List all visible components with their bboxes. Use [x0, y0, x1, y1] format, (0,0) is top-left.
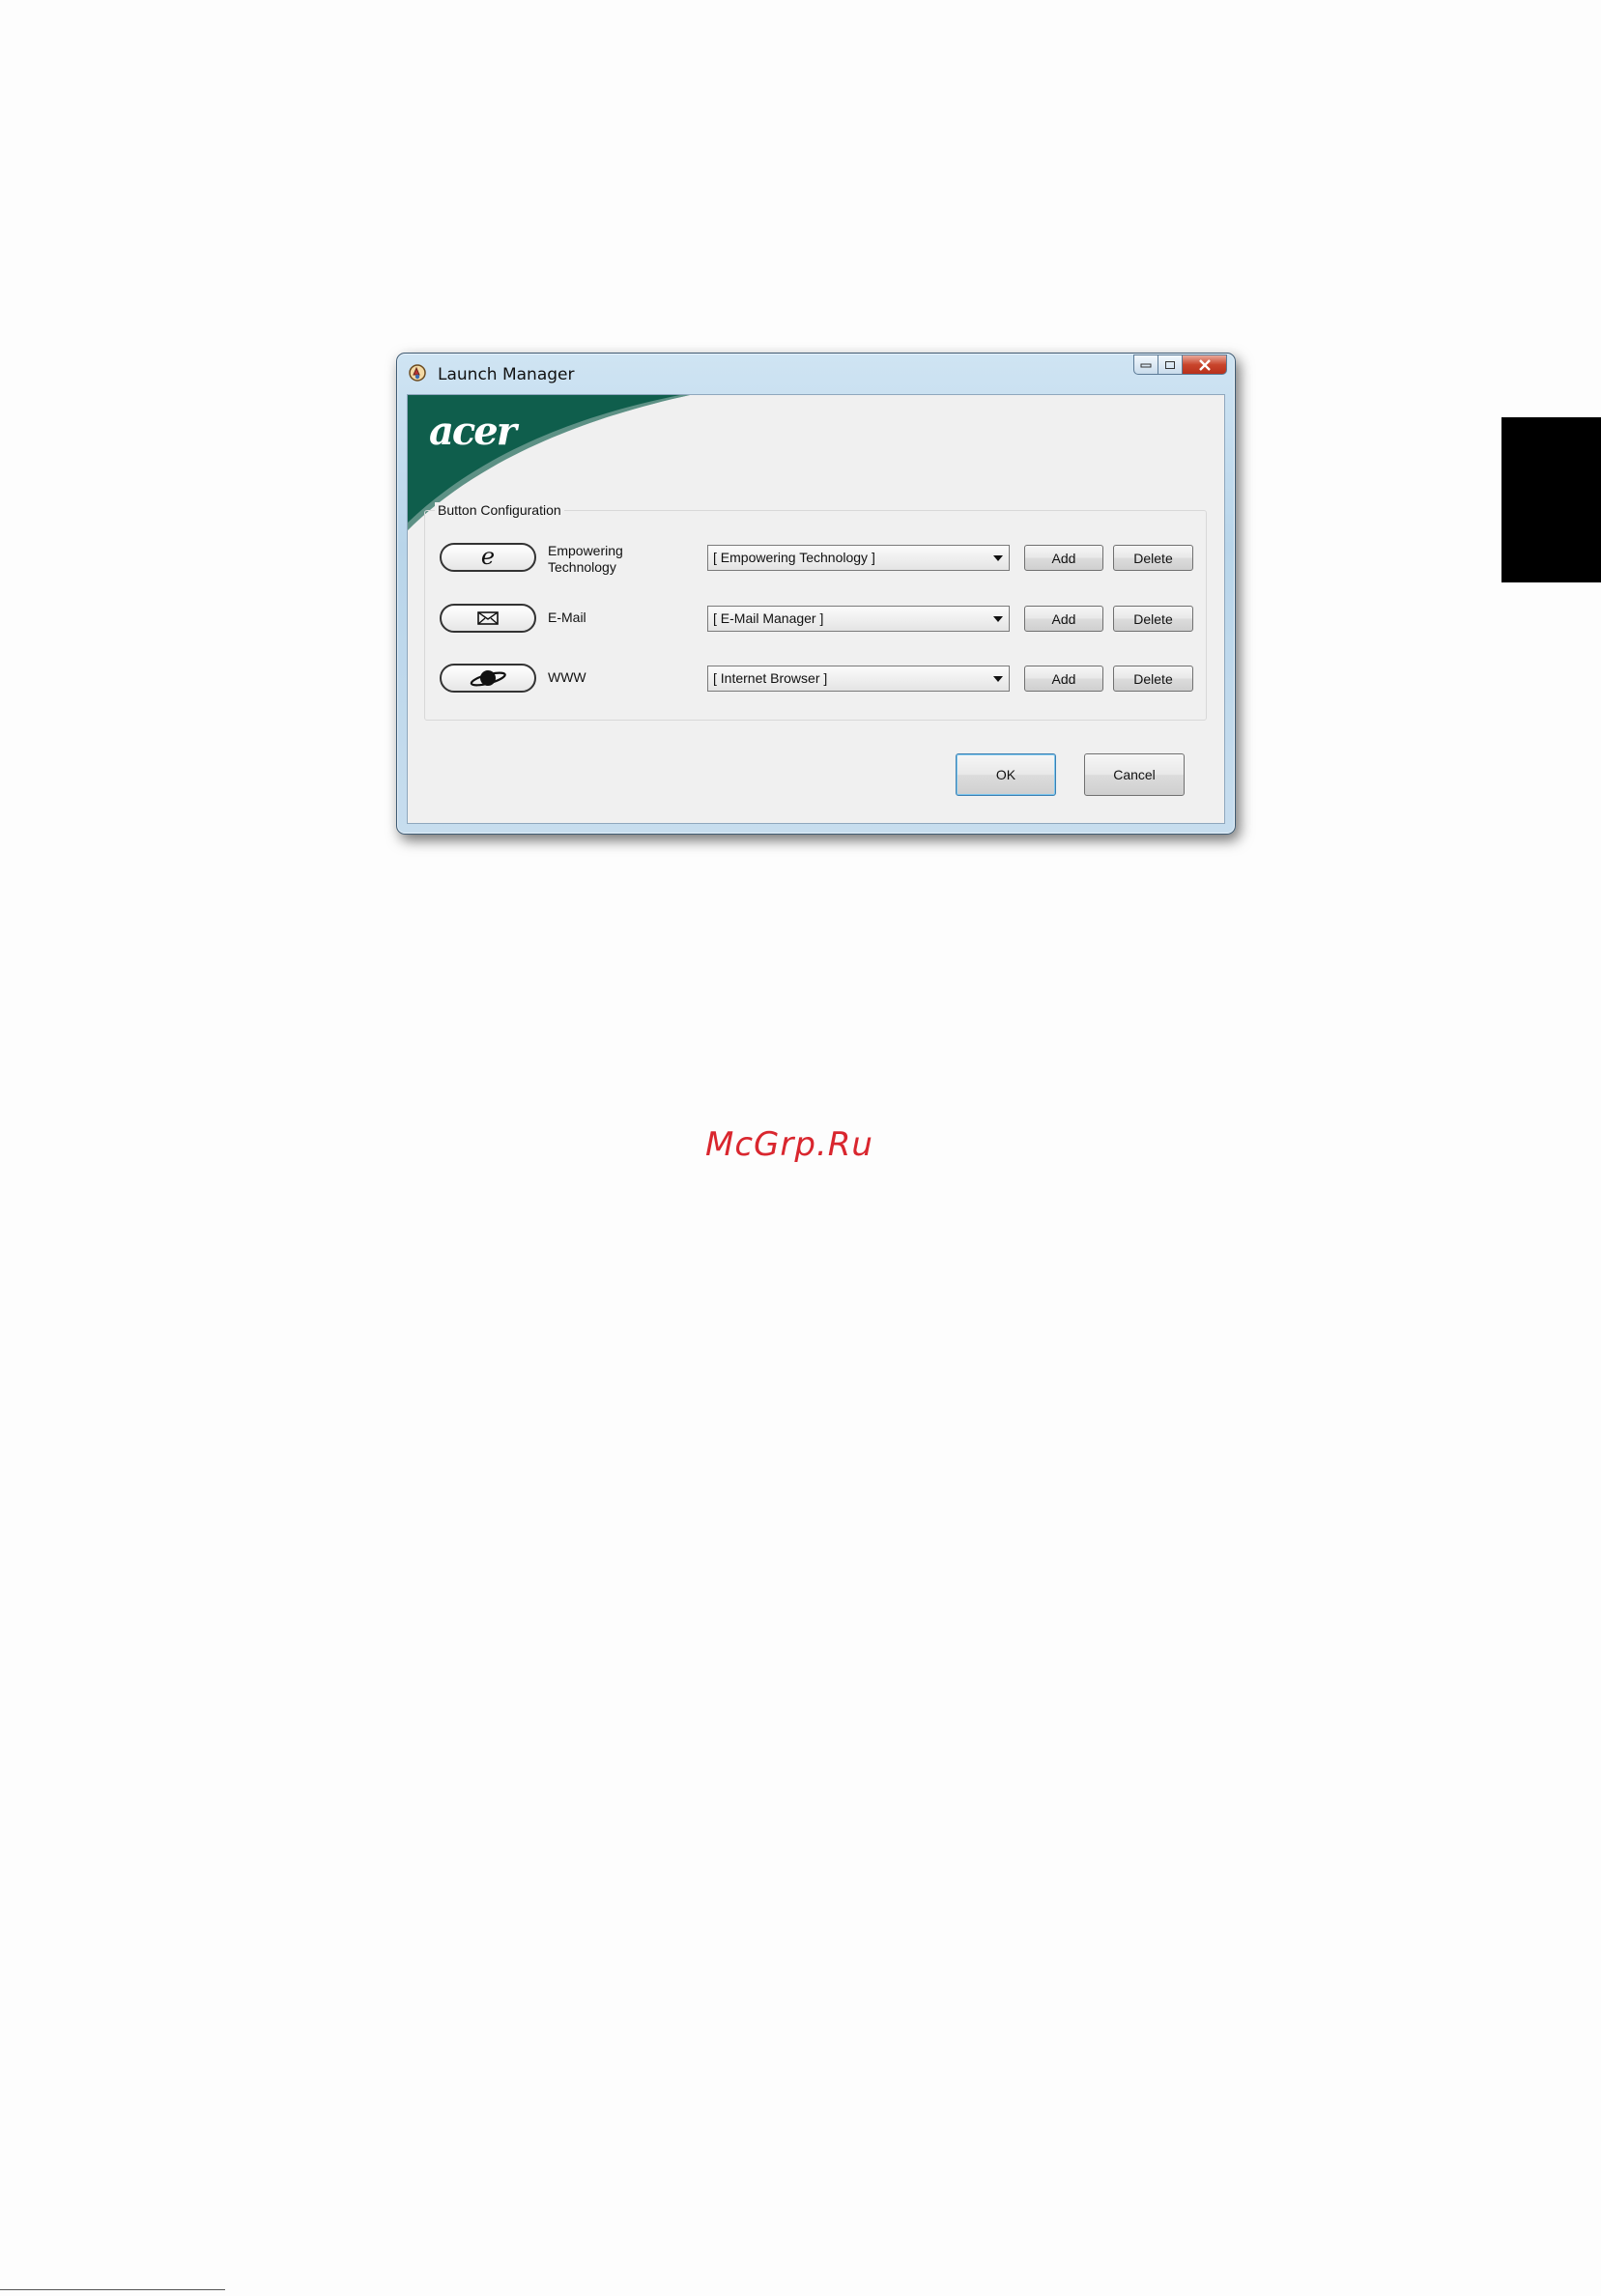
acer-logo: acer [429, 409, 517, 454]
empowering-key-button[interactable]: e [440, 543, 536, 572]
watermark: McGrp.Ru [705, 1125, 873, 1164]
dropdown-arrow-icon [993, 676, 1003, 682]
row-label: E-Mail [548, 609, 586, 626]
maximize-icon [1165, 360, 1175, 369]
page-bottom-rule [0, 2289, 225, 2290]
delete-button[interactable]: Delete [1113, 545, 1193, 571]
add-button[interactable]: Add [1024, 606, 1103, 632]
www-key-button[interactable] [440, 664, 536, 693]
envelope-icon [477, 611, 499, 625]
ok-button[interactable]: OK [956, 753, 1056, 796]
select-value: [ Empowering Technology ] [713, 550, 875, 565]
close-button[interactable] [1183, 354, 1227, 375]
delete-button[interactable]: Delete [1113, 606, 1193, 632]
side-thumb-tab [1501, 417, 1601, 582]
dropdown-arrow-icon [993, 555, 1003, 561]
close-icon [1198, 358, 1211, 371]
add-button[interactable]: Add [1024, 545, 1103, 571]
application-select[interactable]: [ E-Mail Manager ] [707, 606, 1010, 632]
window-title: Launch Manager [438, 365, 575, 384]
row-label-line: WWW [548, 669, 586, 685]
select-value: [ E-Mail Manager ] [713, 610, 824, 626]
row-label-line: Technology [548, 559, 616, 575]
config-row-email: E-Mail [ E-Mail Manager ] Add Delete [425, 604, 1206, 637]
svg-text:e: e [481, 546, 495, 569]
add-button[interactable]: Add [1024, 666, 1103, 692]
button-configuration-group: Button Configuration e Empowering Techno… [424, 502, 1207, 721]
application-select[interactable]: [ Empowering Technology ] [707, 545, 1010, 571]
launch-manager-app-icon [409, 364, 426, 382]
minimize-button[interactable] [1133, 354, 1158, 375]
window-caption-buttons [1133, 354, 1227, 375]
row-label-line: E-Mail [548, 609, 586, 625]
planet-icon [470, 670, 506, 687]
row-label: Empowering Technology [548, 543, 623, 576]
group-title: Button Configuration [435, 502, 564, 518]
minimize-icon [1140, 363, 1152, 367]
row-label-line: Empowering [548, 543, 623, 558]
config-row-www: WWW [ Internet Browser ] Add Delete [425, 664, 1206, 696]
email-key-button[interactable] [440, 604, 536, 633]
delete-button[interactable]: Delete [1113, 666, 1193, 692]
application-select[interactable]: [ Internet Browser ] [707, 666, 1010, 692]
dropdown-arrow-icon [993, 616, 1003, 622]
maximize-button[interactable] [1158, 354, 1183, 375]
row-label: WWW [548, 669, 586, 686]
window-client-area: acer Button Configuration e Empowering T… [407, 394, 1225, 824]
cancel-button[interactable]: Cancel [1084, 753, 1185, 796]
launch-manager-window: Launch Manager acer Button Configuration… [396, 353, 1236, 835]
select-value: [ Internet Browser ] [713, 670, 828, 686]
config-row-empowering: e Empowering Technology [ Empowering Tec… [425, 543, 1206, 576]
empowering-e-icon: e [481, 546, 495, 569]
